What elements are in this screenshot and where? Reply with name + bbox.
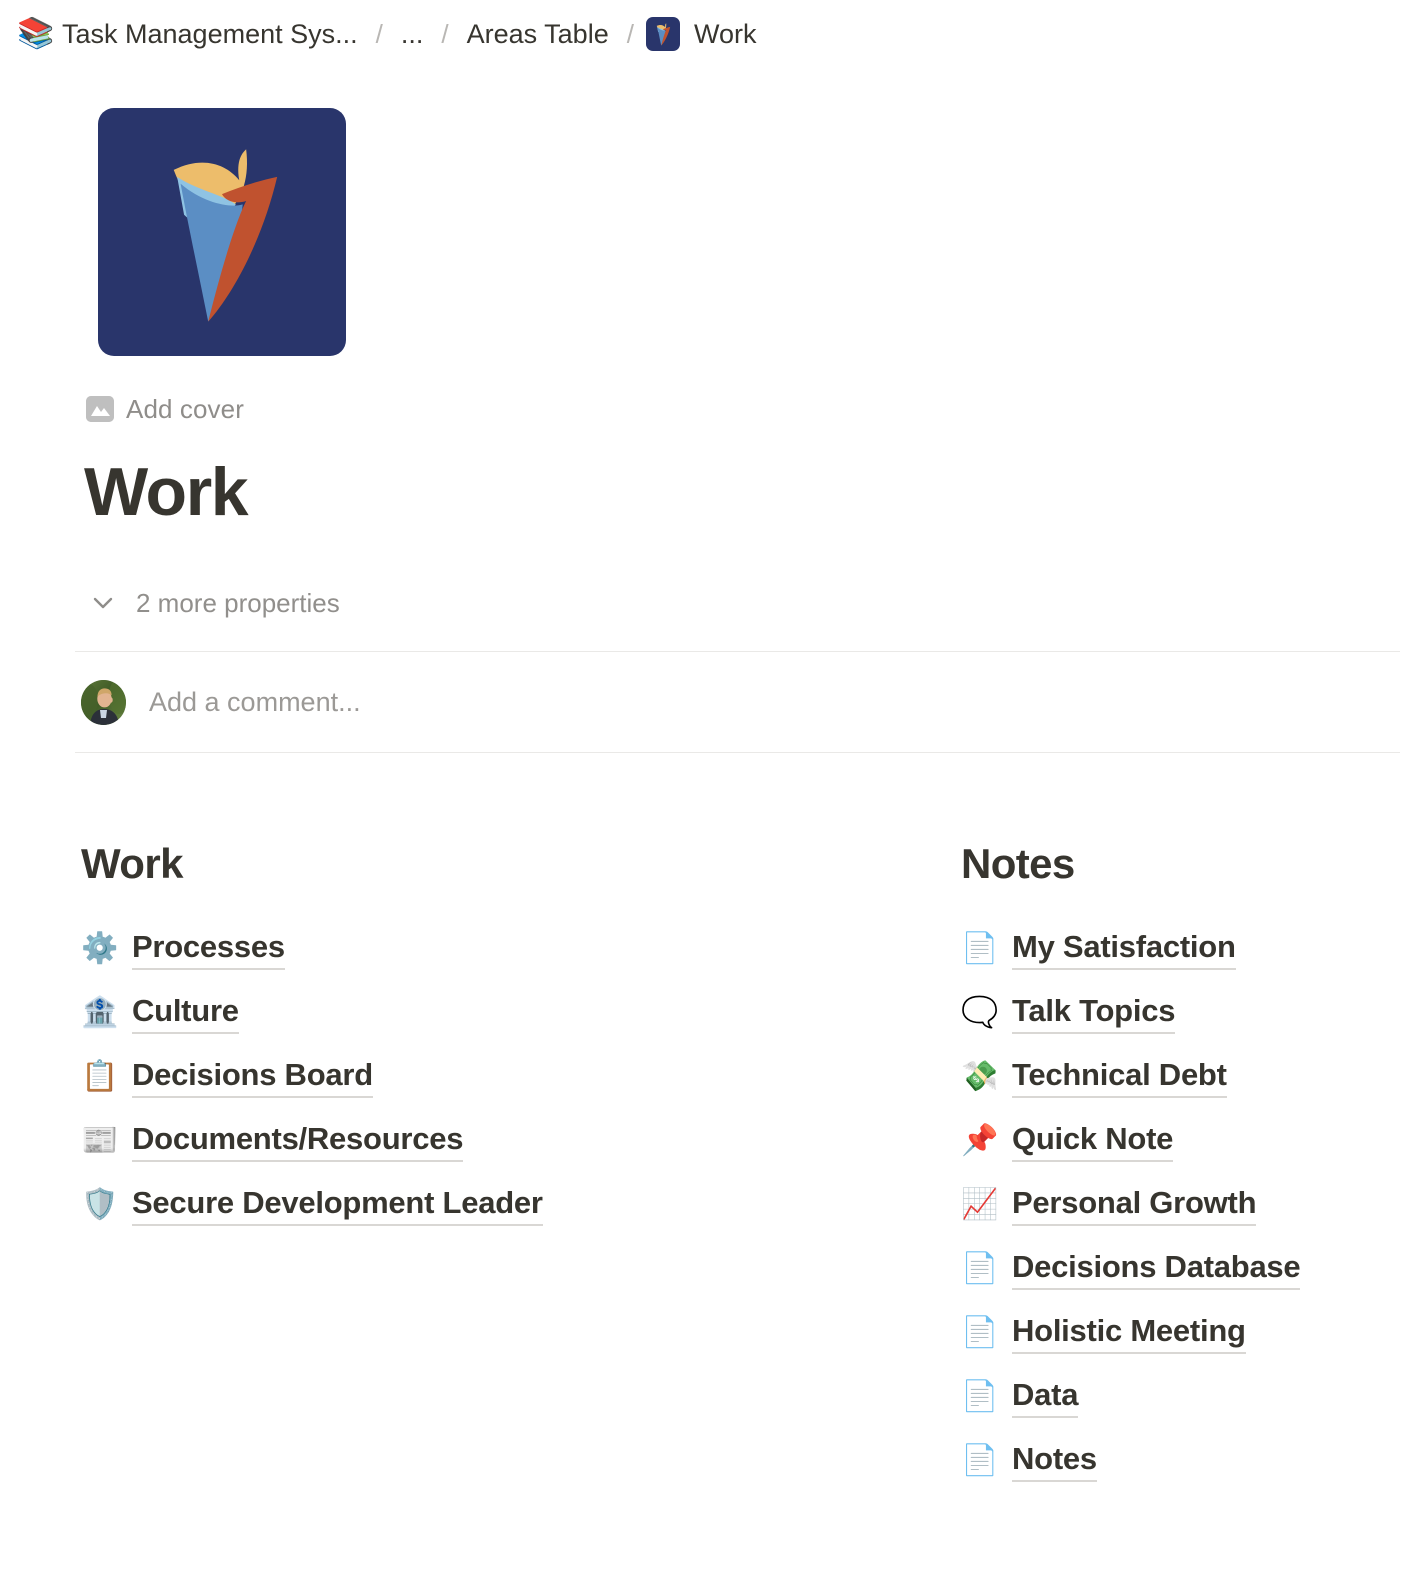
list-item[interactable]: 🛡️ Secure Development Leader: [81, 1173, 543, 1237]
list-item[interactable]: 📄 Holistic Meeting: [961, 1301, 1246, 1365]
page-link-my-satisfaction[interactable]: My Satisfaction: [1012, 929, 1236, 970]
page-emoji: 📄: [961, 1380, 999, 1414]
add-cover-label: Add cover: [126, 393, 244, 424]
person-money-emoji: 💸: [961, 1060, 999, 1094]
page-link-holistic-meeting[interactable]: Holistic Meeting: [1012, 1313, 1246, 1354]
list-item[interactable]: 💸 Technical Debt: [961, 1045, 1227, 1109]
column-work: Work ⚙️ Processes 🏦 Culture 📋 Decisions …: [81, 840, 961, 1493]
image-icon: [86, 396, 114, 422]
list-item[interactable]: 📈 Personal Growth: [961, 1173, 1257, 1237]
page-link-personal-growth[interactable]: Personal Growth: [1012, 1185, 1257, 1226]
list-item[interactable]: 🏦 Culture: [81, 981, 239, 1045]
list-item[interactable]: 📄 My Satisfaction: [961, 917, 1236, 981]
bank-emoji: 🏦: [81, 996, 119, 1030]
list-item[interactable]: 🗨️ Talk Topics: [961, 981, 1175, 1045]
more-properties-toggle[interactable]: 2 more properties: [88, 583, 340, 623]
page-emoji: 📄: [961, 1444, 999, 1478]
list-item[interactable]: 📋 Decisions Board: [81, 1045, 373, 1109]
page-emoji: 📄: [961, 932, 999, 966]
breadcrumb-separator: /: [626, 18, 634, 49]
page-icon[interactable]: [98, 108, 346, 356]
newspaper-emoji: 📰: [81, 1124, 119, 1158]
page-body: Add cover Work 2 more properties Add a c…: [0, 108, 1422, 1493]
content-columns: Work ⚙️ Processes 🏦 Culture 📋 Decisions …: [75, 840, 1401, 1493]
list-item[interactable]: 📄 Data: [961, 1365, 1078, 1429]
clipboard-emoji: 📋: [81, 1060, 119, 1094]
gear-emoji: ⚙️: [81, 932, 119, 966]
link-list-notes: 📄 My Satisfaction 🗨️ Talk Topics 💸 Techn…: [961, 917, 1401, 1493]
shield-emoji: 🛡️: [81, 1188, 119, 1222]
list-item[interactable]: 📰 Documents/Resources: [81, 1109, 463, 1173]
books-emoji: 📚: [17, 17, 55, 50]
page-link-technical-debt[interactable]: Technical Debt: [1012, 1057, 1227, 1098]
breadcrumb: 📚 Task Management Sys... / ... / Areas T…: [0, 0, 1422, 68]
page-emoji: 📄: [961, 1316, 999, 1350]
add-cover-button[interactable]: Add cover: [86, 392, 244, 426]
list-item[interactable]: 📄 Notes: [961, 1429, 1097, 1493]
add-comment-row[interactable]: Add a comment...: [75, 652, 1400, 752]
page-link-secure-development-leader[interactable]: Secure Development Leader: [132, 1185, 543, 1226]
growth-chart-emoji: 📈: [961, 1188, 999, 1222]
page-link-talk-topics[interactable]: Talk Topics: [1012, 993, 1175, 1034]
breadcrumb-item-areas-table[interactable]: Areas Table: [461, 17, 615, 52]
page-link-processes[interactable]: Processes: [132, 929, 285, 970]
page-link-data[interactable]: Data: [1012, 1377, 1078, 1418]
page-link-decisions-database[interactable]: Decisions Database: [1012, 1249, 1301, 1290]
page-link-culture[interactable]: Culture: [132, 993, 239, 1034]
breadcrumb-item-ellipsis[interactable]: ...: [395, 17, 430, 52]
breadcrumb-separator: /: [375, 18, 383, 49]
page-link-notes[interactable]: Notes: [1012, 1441, 1097, 1482]
breadcrumb-item-work[interactable]: Work: [688, 17, 763, 52]
chevron-down-icon: [88, 588, 118, 618]
breadcrumb-item-workspace[interactable]: Task Management Sys...: [56, 17, 364, 52]
column-heading-work: Work: [81, 840, 183, 888]
user-avatar: [81, 679, 126, 725]
page-link-decisions-board[interactable]: Decisions Board: [132, 1057, 373, 1098]
link-list-work: ⚙️ Processes 🏦 Culture 📋 Decisions Board…: [81, 917, 961, 1237]
add-comment-input[interactable]: Add a comment...: [149, 687, 361, 718]
breadcrumb-separator: /: [441, 18, 449, 49]
pushpin-emoji: 📌: [961, 1124, 999, 1158]
work-logo-icon: [645, 17, 680, 51]
divider-bottom: [75, 752, 1400, 754]
page-link-quick-note[interactable]: Quick Note: [1012, 1121, 1173, 1162]
column-notes: Notes 📄 My Satisfaction 🗨️ Talk Topics 💸…: [961, 840, 1401, 1493]
list-item[interactable]: 📌 Quick Note: [961, 1109, 1173, 1173]
page-title[interactable]: Work: [84, 456, 1400, 528]
list-item[interactable]: ⚙️ Processes: [81, 917, 285, 981]
page-link-documents-resources[interactable]: Documents/Resources: [132, 1121, 463, 1162]
page-emoji: 📄: [961, 1252, 999, 1286]
list-item[interactable]: 📄 Decisions Database: [961, 1237, 1301, 1301]
more-properties-label: 2 more properties: [136, 587, 340, 618]
column-heading-notes: Notes: [961, 840, 1075, 888]
speech-balloon-emoji: 🗨️: [961, 996, 999, 1030]
